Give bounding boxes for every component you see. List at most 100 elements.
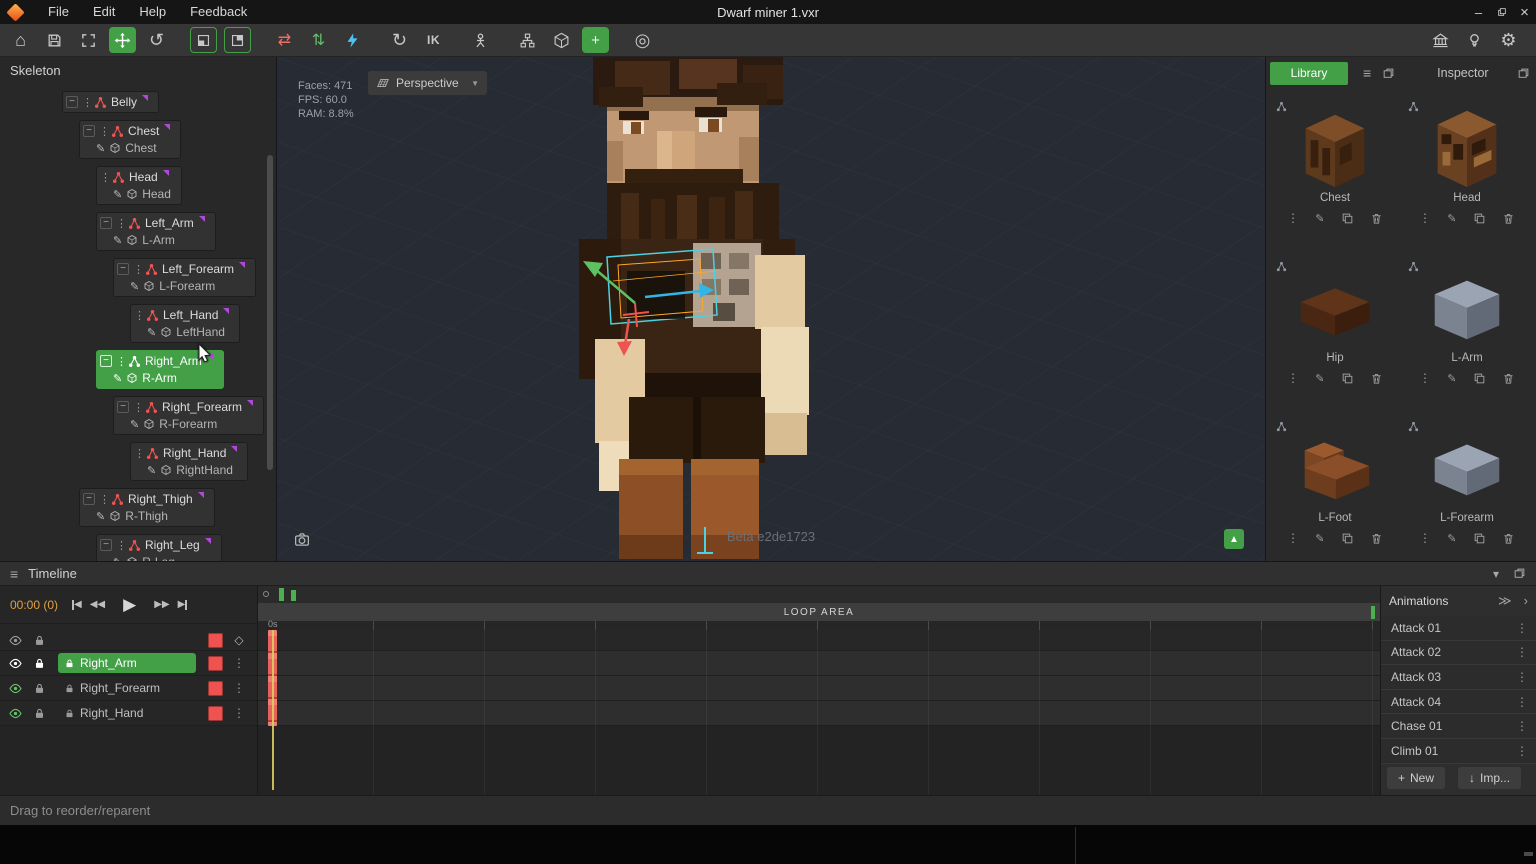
animation-climb-01[interactable]: Climb 01⋮	[1381, 739, 1536, 764]
edit-pencil-icon[interactable]: ✎	[1315, 532, 1324, 545]
lock-icon[interactable]	[33, 707, 46, 720]
timeline-track-right-arm[interactable]: Right_Arm ⋮	[0, 651, 257, 676]
edit-pencil-icon[interactable]: ✎	[1447, 212, 1456, 225]
restore-button[interactable]	[1490, 0, 1513, 24]
trash-icon[interactable]	[1370, 212, 1383, 225]
kebab-icon[interactable]: ⋮	[134, 447, 142, 460]
kebab-icon[interactable]: ⋮	[116, 539, 124, 552]
menu-feedback[interactable]: Feedback	[178, 0, 259, 24]
playhead[interactable]	[272, 630, 274, 790]
eye-icon[interactable]	[8, 633, 23, 648]
kebab-icon[interactable]: ⋮	[133, 401, 141, 414]
loop-end-handle[interactable]	[1371, 606, 1375, 619]
loop-area-bar[interactable]: LOOP AREA	[258, 603, 1380, 621]
track-color-swatch[interactable]	[208, 656, 223, 671]
right-hand-lane[interactable]	[258, 701, 1380, 726]
kebab-icon[interactable]: ⋮	[1287, 211, 1299, 225]
skeleton-node-left-hand[interactable]: ⋮ Left_Hand ✎ LeftHand	[130, 304, 276, 343]
library-item-head[interactable]: Head ⋮ ✎	[1402, 95, 1532, 253]
track-color-swatch[interactable]	[208, 633, 223, 648]
skeleton-node-belly[interactable]: − ⋮ Belly	[62, 91, 276, 113]
chevron-right-icon[interactable]: ›	[1524, 593, 1528, 609]
track-chip[interactable]: Right_Forearm	[58, 678, 196, 698]
kebab-icon[interactable]: ⋮	[1514, 621, 1530, 635]
skeleton-node-right-thigh[interactable]: − ⋮ Right_Thigh ✎ R-Thigh	[79, 488, 276, 527]
collapse-toggle[interactable]: −	[100, 217, 112, 229]
master-lane[interactable]	[258, 630, 1380, 651]
trash-icon[interactable]	[1502, 532, 1515, 545]
keyframe-diamond-icon[interactable]: ◇	[231, 633, 247, 647]
edit-pencil-icon[interactable]: ✎	[113, 188, 122, 201]
library-item-hip[interactable]: Hip ⋮ ✎	[1270, 255, 1400, 413]
panel-popout-icon[interactable]	[1382, 67, 1395, 80]
panel-popout-icon[interactable]	[1517, 67, 1530, 80]
animation-attack-04[interactable]: Attack 04⋮	[1381, 690, 1536, 715]
resize-canvas-button[interactable]	[75, 27, 102, 53]
collapse-toggle[interactable]: −	[117, 401, 129, 413]
edit-pencil-icon[interactable]: ✎	[113, 556, 122, 562]
duplicate-icon[interactable]	[1473, 372, 1486, 385]
kebab-icon[interactable]: ⋮	[133, 263, 141, 276]
loop-handle[interactable]	[291, 590, 296, 601]
right-forearm-lane[interactable]	[258, 676, 1380, 701]
timeline-master-track[interactable]: ◇	[0, 630, 257, 651]
home-button[interactable]: ⌂	[7, 27, 34, 53]
marketplace-button[interactable]	[1427, 27, 1454, 53]
trash-icon[interactable]	[1370, 532, 1383, 545]
scrollbar-thumb[interactable]	[267, 155, 273, 470]
animation-attack-02[interactable]: Attack 02⋮	[1381, 641, 1536, 666]
screenshot-button[interactable]	[292, 531, 312, 548]
sync-button[interactable]: ↻	[386, 27, 413, 53]
skeleton-node-head[interactable]: ⋮ Head ✎ Head	[96, 166, 276, 205]
loop-start-handle[interactable]	[279, 588, 284, 601]
library-item-l-arm[interactable]: L-Arm ⋮ ✎	[1402, 255, 1532, 413]
skeleton-node-right-forearm[interactable]: − ⋮ Right_Forearm ✎ R-Forearm	[113, 396, 276, 435]
mirror-button[interactable]: ⇄	[271, 27, 298, 53]
edit-pencil-icon[interactable]: ✎	[96, 510, 105, 523]
kebab-icon[interactable]: ⋮	[99, 493, 107, 506]
kebab-icon[interactable]: ⋮	[82, 96, 90, 109]
library-item-chest[interactable]: Chest ⋮ ✎	[1270, 95, 1400, 253]
track-color-swatch[interactable]	[208, 681, 223, 696]
timeline-lanes-area[interactable]: LOOP AREA 0s	[258, 586, 1380, 795]
lock-icon[interactable]	[33, 634, 46, 647]
import-animation-button[interactable]: ↓ Imp...	[1458, 767, 1521, 789]
armature-button[interactable]	[467, 27, 494, 53]
menu-edit[interactable]: Edit	[81, 0, 127, 24]
move-tool-button[interactable]	[109, 27, 136, 53]
kebab-icon[interactable]: ⋮	[1287, 531, 1299, 545]
keyframe-lanes[interactable]	[258, 630, 1380, 795]
play-button[interactable]: ▶	[119, 595, 140, 615]
library-item-l-forearm[interactable]: L-Forearm ⋮ ✎	[1402, 415, 1532, 561]
edit-pencil-icon[interactable]: ✎	[130, 418, 139, 431]
edit-pencil-icon[interactable]: ✎	[147, 464, 156, 477]
pivot-center-button[interactable]	[224, 27, 251, 53]
skeleton-node-right-leg[interactable]: − ⋮ Right_Leg ✎ R-Leg	[96, 534, 276, 561]
minimize-button[interactable]: –	[1467, 0, 1490, 24]
kebab-icon[interactable]: ⋮	[1287, 371, 1299, 385]
camera-mode-dropdown[interactable]: Perspective ▼	[368, 71, 487, 95]
collapse-toggle[interactable]: −	[83, 125, 95, 137]
library-item-l-foot[interactable]: L-Foot ⋮ ✎	[1270, 415, 1400, 561]
duplicate-icon[interactable]	[1341, 212, 1354, 225]
lock-icon[interactable]	[33, 657, 46, 670]
kebab-icon[interactable]: ⋮	[99, 125, 107, 138]
animation-attack-03[interactable]: Attack 03⋮	[1381, 665, 1536, 690]
skeleton-node-right-arm-selected[interactable]: − ⋮ Right_Arm ✎ R-Arm	[96, 350, 276, 389]
trash-icon[interactable]	[1502, 212, 1515, 225]
collapse-panel-icon[interactable]: ▾	[1493, 567, 1499, 581]
kebab-icon[interactable]: ⋮	[1419, 371, 1431, 385]
duplicate-icon[interactable]	[1473, 532, 1486, 545]
ik-toggle-button[interactable]: IK	[420, 27, 447, 53]
hierarchy-button[interactable]	[514, 27, 541, 53]
save-button[interactable]	[41, 27, 68, 53]
double-chevron-icon[interactable]: ≫	[1498, 593, 1512, 609]
trash-icon[interactable]	[1370, 372, 1383, 385]
frame-back-button[interactable]: ◀◀	[86, 599, 109, 610]
menu-file[interactable]: File	[36, 0, 81, 24]
trash-icon[interactable]	[1502, 372, 1515, 385]
close-button[interactable]: ×	[1513, 0, 1536, 24]
skeleton-node-chest[interactable]: − ⋮ Chest ✎ Chest	[79, 120, 276, 159]
kebab-icon[interactable]: ⋮	[116, 355, 124, 368]
timeline-track-right-hand[interactable]: Right_Hand ⋮	[0, 701, 257, 726]
